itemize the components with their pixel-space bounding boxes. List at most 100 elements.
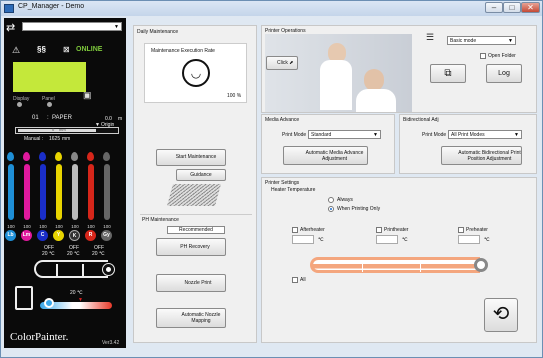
afterheater-unit: ℃ xyxy=(318,237,324,243)
app-icon xyxy=(4,4,14,13)
click-button[interactable]: Click ⬈ xyxy=(266,56,298,70)
bidirectional-adj-panel: Bidirectional Adj Print Mode All Print M… xyxy=(399,114,537,174)
apply-cycle-button[interactable]: ⟲ xyxy=(484,298,518,332)
ink-value-lb: 100 xyxy=(7,224,15,229)
heater-temp: 20 ℃ xyxy=(67,251,80,257)
nozzle-print-button[interactable]: Nozzle Print xyxy=(156,274,226,292)
media-number: 01 xyxy=(32,115,39,121)
media-name: PAPER xyxy=(52,115,72,121)
all-label: All xyxy=(300,277,306,283)
folder-copy-button[interactable]: ⧉ xyxy=(430,64,466,83)
always-radio[interactable] xyxy=(328,197,334,203)
printheater-input[interactable] xyxy=(376,235,398,244)
print-mode-label: Print Mode xyxy=(282,132,307,138)
open-folder-checkbox[interactable] xyxy=(480,53,486,59)
display-indicator xyxy=(17,102,22,107)
media-print-mode-value: Standard xyxy=(311,132,332,138)
person-head xyxy=(364,69,384,91)
guidance-button[interactable]: Guidance xyxy=(176,169,226,181)
ink-drop-icon xyxy=(87,152,94,161)
rate-value: 100 % xyxy=(227,93,242,99)
ink-value-r: 100 xyxy=(87,224,95,229)
printheater-checkbox[interactable] xyxy=(376,227,382,233)
heater-temp: 20 ℃ xyxy=(92,251,105,257)
afterheater-label: Afterheater xyxy=(300,227,325,233)
preheater-input[interactable] xyxy=(458,235,480,244)
panel-indicator xyxy=(47,102,52,107)
heater-divider xyxy=(82,264,84,276)
mode-select[interactable]: Basic mode ▼ xyxy=(447,36,516,45)
ink-value-c: 100 xyxy=(39,224,47,229)
printer-status-panel: ⇄ ▼ ⚠ §§ ⊠ ONLINE Display Panel ▣ 01 : P… xyxy=(4,18,126,348)
media-advance-title: Media Advance xyxy=(265,117,300,123)
ink-label-c: C xyxy=(37,230,48,241)
ink-label-y: Y xyxy=(53,230,64,241)
preheater-unit: ℃ xyxy=(484,237,490,243)
preheater-label: Preheater xyxy=(466,227,488,233)
automatic-nozzle-mapping-button[interactable]: Automatic Nozzle Mapping xyxy=(156,308,226,328)
media-print-mode-select[interactable]: Standard ▼ xyxy=(308,130,381,139)
promo-photo: Click ⬈ xyxy=(265,34,412,112)
maximize-button[interactable]: □ xyxy=(503,2,521,13)
rate-title: Maintenance Execution Rate xyxy=(151,48,215,54)
heater-divider xyxy=(420,264,421,272)
version-label: Ver3.42 xyxy=(102,340,120,346)
ink-drop-icon xyxy=(71,152,78,161)
bidir-print-mode-select[interactable]: All Print Modes ▼ xyxy=(448,130,522,139)
online-status: ONLINE xyxy=(76,46,103,53)
all-checkbox[interactable] xyxy=(292,277,298,283)
log-button[interactable]: Log xyxy=(486,64,522,83)
printer-operations-panel: Printer Operations Click ⬈ ☰ Basic mode ▼… xyxy=(261,25,537,113)
ink-label-gy: Gy xyxy=(101,230,112,241)
start-maintenance-button[interactable]: Start Maintenance xyxy=(156,149,226,166)
ink-label-k: K xyxy=(69,230,80,241)
when-printing-radio[interactable] xyxy=(328,206,334,212)
printheater-label: Printheater xyxy=(384,227,409,233)
ph-maintenance-title: PH Maintenance xyxy=(142,217,179,223)
heater-divider xyxy=(56,264,58,276)
maintenance-rate-box: Maintenance Execution Rate ◡ 100 % xyxy=(144,43,247,103)
ink-level-c xyxy=(40,164,46,220)
manual-unit: mm xyxy=(62,136,71,142)
auto-bidirectional-button[interactable]: Automatic Bidirectional Print Position A… xyxy=(441,146,522,165)
click-label: Click xyxy=(277,60,288,66)
afterheater-input[interactable] xyxy=(292,235,314,244)
preheater-checkbox[interactable] xyxy=(458,227,464,233)
ink-label-r: R xyxy=(85,230,96,241)
mm-unit: mm xyxy=(59,127,66,132)
ink-level-gy xyxy=(104,164,110,220)
heater-roller-icon xyxy=(103,264,114,275)
close-button[interactable]: ✕ xyxy=(521,2,540,13)
ink-drop-icon xyxy=(55,152,62,161)
ink-drop-icon xyxy=(103,152,110,161)
mm-value: 0 xyxy=(52,127,55,132)
printer-select[interactable]: ▼ xyxy=(22,22,122,31)
app-window: CP_Manager - Demo – □ ✕ ⇄ ▼ ⚠ §§ ⊠ ONLIN… xyxy=(0,0,543,358)
smiley-face-icon: ◡ xyxy=(182,59,210,87)
media-name-colon: : xyxy=(47,115,49,121)
always-label: Always xyxy=(337,197,353,203)
switch-arrows-icon[interactable]: ⇄ xyxy=(6,21,15,34)
printer-illustration xyxy=(167,184,221,206)
media-settings-icon[interactable]: ▣ xyxy=(83,90,92,101)
ink-level-k xyxy=(72,164,78,220)
gauge-bulb xyxy=(44,298,54,308)
afterheater-checkbox[interactable] xyxy=(292,227,298,233)
lcd-display xyxy=(13,62,86,92)
ink-drop-icon xyxy=(7,152,14,161)
heater-curve xyxy=(34,260,108,278)
person-body xyxy=(356,89,396,112)
auto-media-advance-button[interactable]: Automatic Media Advance Adjustment xyxy=(283,146,368,165)
section-divider xyxy=(140,214,252,215)
bidirectional-adj-title: Bidirectional Adj xyxy=(403,117,439,123)
window-title: CP_Manager - Demo xyxy=(18,3,85,10)
when-printing-label: When Printing Only xyxy=(337,206,381,212)
manual-label: Manual : xyxy=(24,136,44,142)
display-label: Display xyxy=(13,96,30,102)
ph-recovery-button[interactable]: PH Recovery xyxy=(156,238,226,256)
open-folder-label: Open Folder xyxy=(488,53,516,59)
manual-value: 1625 xyxy=(49,136,61,142)
minimize-button[interactable]: – xyxy=(485,2,503,13)
media-advance-panel: Media Advance Print Mode Standard ▼ Autom… xyxy=(261,114,395,174)
heater-roller-icon xyxy=(474,258,488,272)
